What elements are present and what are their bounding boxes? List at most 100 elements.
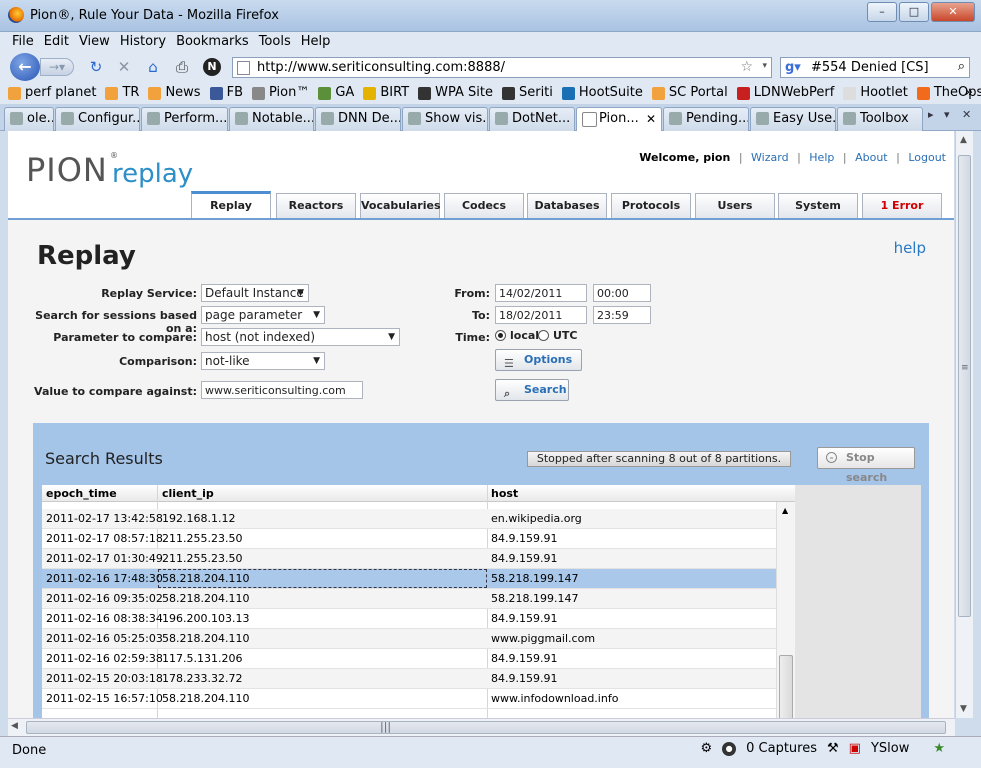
tab-protocols[interactable]: Protocols [611,193,691,218]
bookmark-item[interactable]: LDNWebPerf [736,82,834,104]
forward-button[interactable]: →▾ [40,58,74,76]
page-horizontal-scrollbar[interactable]: ◀ ||| [8,718,955,736]
menu-history[interactable]: History [120,32,166,52]
about-link[interactable]: About [855,151,888,164]
menu-edit[interactable]: Edit [44,32,69,52]
browser-tab[interactable]: Perform... [141,107,228,131]
browser-tab[interactable]: ole... [4,107,54,131]
browser-tab[interactable]: Pending... [663,107,749,131]
captures-count[interactable]: 0 Captures [746,741,817,756]
browser-tab[interactable]: Notable... [229,107,314,131]
addon-icon[interactable]: ★ [933,741,945,756]
bookmark-item[interactable]: perf planet [8,82,96,104]
stop-search-button[interactable]: – Stop search [817,447,915,484]
search-icon[interactable]: ⌕ [958,59,965,74]
to-time-input[interactable] [593,306,651,324]
firebug-icon[interactable]: ⚙ [700,741,712,756]
browser-tab[interactable]: Toolbox [837,107,923,131]
bookmark-item[interactable]: News [148,82,201,104]
scroll-up-icon[interactable]: ▲ [782,506,788,515]
scroll-left-icon[interactable]: ◀ [11,721,18,731]
to-date-input[interactable] [495,306,587,324]
print-icon[interactable]: ⎙ [172,58,192,76]
wizard-link[interactable]: Wizard [751,151,789,164]
url-dropdown-icon[interactable]: ▾ [762,61,767,71]
menu-file[interactable]: File [12,32,34,52]
bookmark-item[interactable]: HootSuite [561,82,643,104]
search-button[interactable]: ⌕ Search [495,379,569,401]
bookmark-item[interactable]: Pion™ [252,82,309,104]
scroll-down-icon[interactable]: ▼ [960,704,967,714]
parameter-select[interactable]: host (not indexed) ▼ [201,328,400,346]
from-date-input[interactable] [495,284,587,302]
browser-tab[interactable]: Configur... [55,107,140,131]
menu-help[interactable]: Help [301,32,331,52]
grid-scrollbar[interactable]: ▲ [776,502,795,718]
reload-icon[interactable]: ↻ [86,58,106,76]
bookmark-item[interactable]: BIRT [363,82,409,104]
table-row[interactable]: 2011-02-16 02:59:38 117.5.131.206 84.9.159… [42,649,776,669]
table-row[interactable]: 2011-02-16 05:25:03 58.218.204.110 www.pig… [42,629,776,649]
url-bar[interactable]: ☆ ▾ [232,57,772,78]
tab-codecs[interactable]: Codecs [444,193,524,218]
tab-users[interactable]: Users [695,193,775,218]
logout-link[interactable]: Logout [908,151,946,164]
bookmark-star-icon[interactable]: ☆ [740,59,753,75]
bookmark-item[interactable]: Seriti [501,82,553,104]
bookmark-item[interactable]: WPA Site [418,82,493,104]
home-icon[interactable]: ⌂ [143,58,163,76]
tab-system[interactable]: System [778,193,858,218]
browser-tab[interactable]: Show vis... [402,107,488,131]
google-icon[interactable]: g▾ [785,60,801,75]
browser-tab[interactable]: DotNet... [489,107,575,131]
table-row[interactable]: 2011-02-17 08:57:18 211.255.23.50 84.9.159… [42,529,776,549]
browser-tab-active[interactable]: Pion... ✕ [576,107,662,132]
help-link-page[interactable]: help [894,239,926,257]
browser-tab[interactable]: DNN De... [315,107,401,131]
tab-error[interactable]: 1 Error [862,193,942,218]
tab-scroll-right-icon[interactable]: ▸ [928,108,934,121]
table-row[interactable]: 2011-02-16 09:35:02 58.218.204.110 58.218.… [42,589,776,609]
browser-tab[interactable]: Easy Use... [750,107,836,131]
time-utc-radio[interactable] [538,330,549,341]
bookmark-item[interactable]: TR [105,82,139,104]
bookmarks-more-button[interactable]: » [965,82,973,104]
table-row[interactable]: 2011-02-15 16:57:10 58.218.204.110 www.inf… [42,689,776,709]
close-button[interactable]: ✕ [931,2,975,22]
bookmark-item[interactable]: FB [209,82,243,104]
options-button[interactable]: ☰Options ... [495,349,582,386]
search-input[interactable] [811,59,941,76]
menu-view[interactable]: View [79,32,110,52]
col-client-ip[interactable]: client_ip [162,487,214,500]
bookmark-item[interactable]: Hootlet [843,82,908,104]
page-vertical-scrollbar[interactable]: ▲ ≡ ▼ [955,131,973,718]
maximize-button[interactable]: □ [899,2,929,22]
from-time-input[interactable] [593,284,651,302]
search-bar[interactable]: g▾ ⌕ [780,57,970,78]
tab-replay[interactable]: Replay [191,191,271,218]
scroll-up-icon[interactable]: ▲ [960,135,967,145]
table-row[interactable]: 2011-02-15 20:03:18 178.233.32.72 84.9.159… [42,669,776,689]
col-host[interactable]: host [491,487,518,500]
tab-close-all-icon[interactable]: ✕ [962,108,971,121]
noscript-icon[interactable]: N [203,58,221,76]
menu-bookmarks[interactable]: Bookmarks [176,32,249,52]
page-hscroll-thumb[interactable] [26,721,946,734]
time-local-radio[interactable] [495,330,506,341]
table-row[interactable]: 2011-02-17 13:42:58 192.168.1.12 en.wikipe… [42,509,776,529]
menu-tools[interactable]: Tools [259,32,291,52]
url-input[interactable] [257,59,727,76]
value-input[interactable] [201,381,363,399]
tools-icon[interactable]: ⚒ [827,741,839,756]
capture-icon[interactable]: ● [722,741,737,756]
table-row[interactable]: 2011-02-16 08:38:34 196.200.103.13 84.9.15… [42,609,776,629]
bookmark-item[interactable]: SC Portal [651,82,728,104]
minimize-button[interactable]: – [867,2,897,22]
replay-service-select[interactable]: Default Instance ▼ [201,284,309,302]
page-scroll-thumb[interactable] [958,155,971,617]
tab-list-icon[interactable]: ▾ [944,108,950,121]
back-button[interactable]: ← [10,53,40,81]
bookmark-item[interactable]: GA [318,82,354,104]
close-tab-icon[interactable]: ✕ [646,108,656,130]
table-row[interactable]: 2011-02-17 01:30:49 211.255.23.50 84.9.159… [42,549,776,569]
